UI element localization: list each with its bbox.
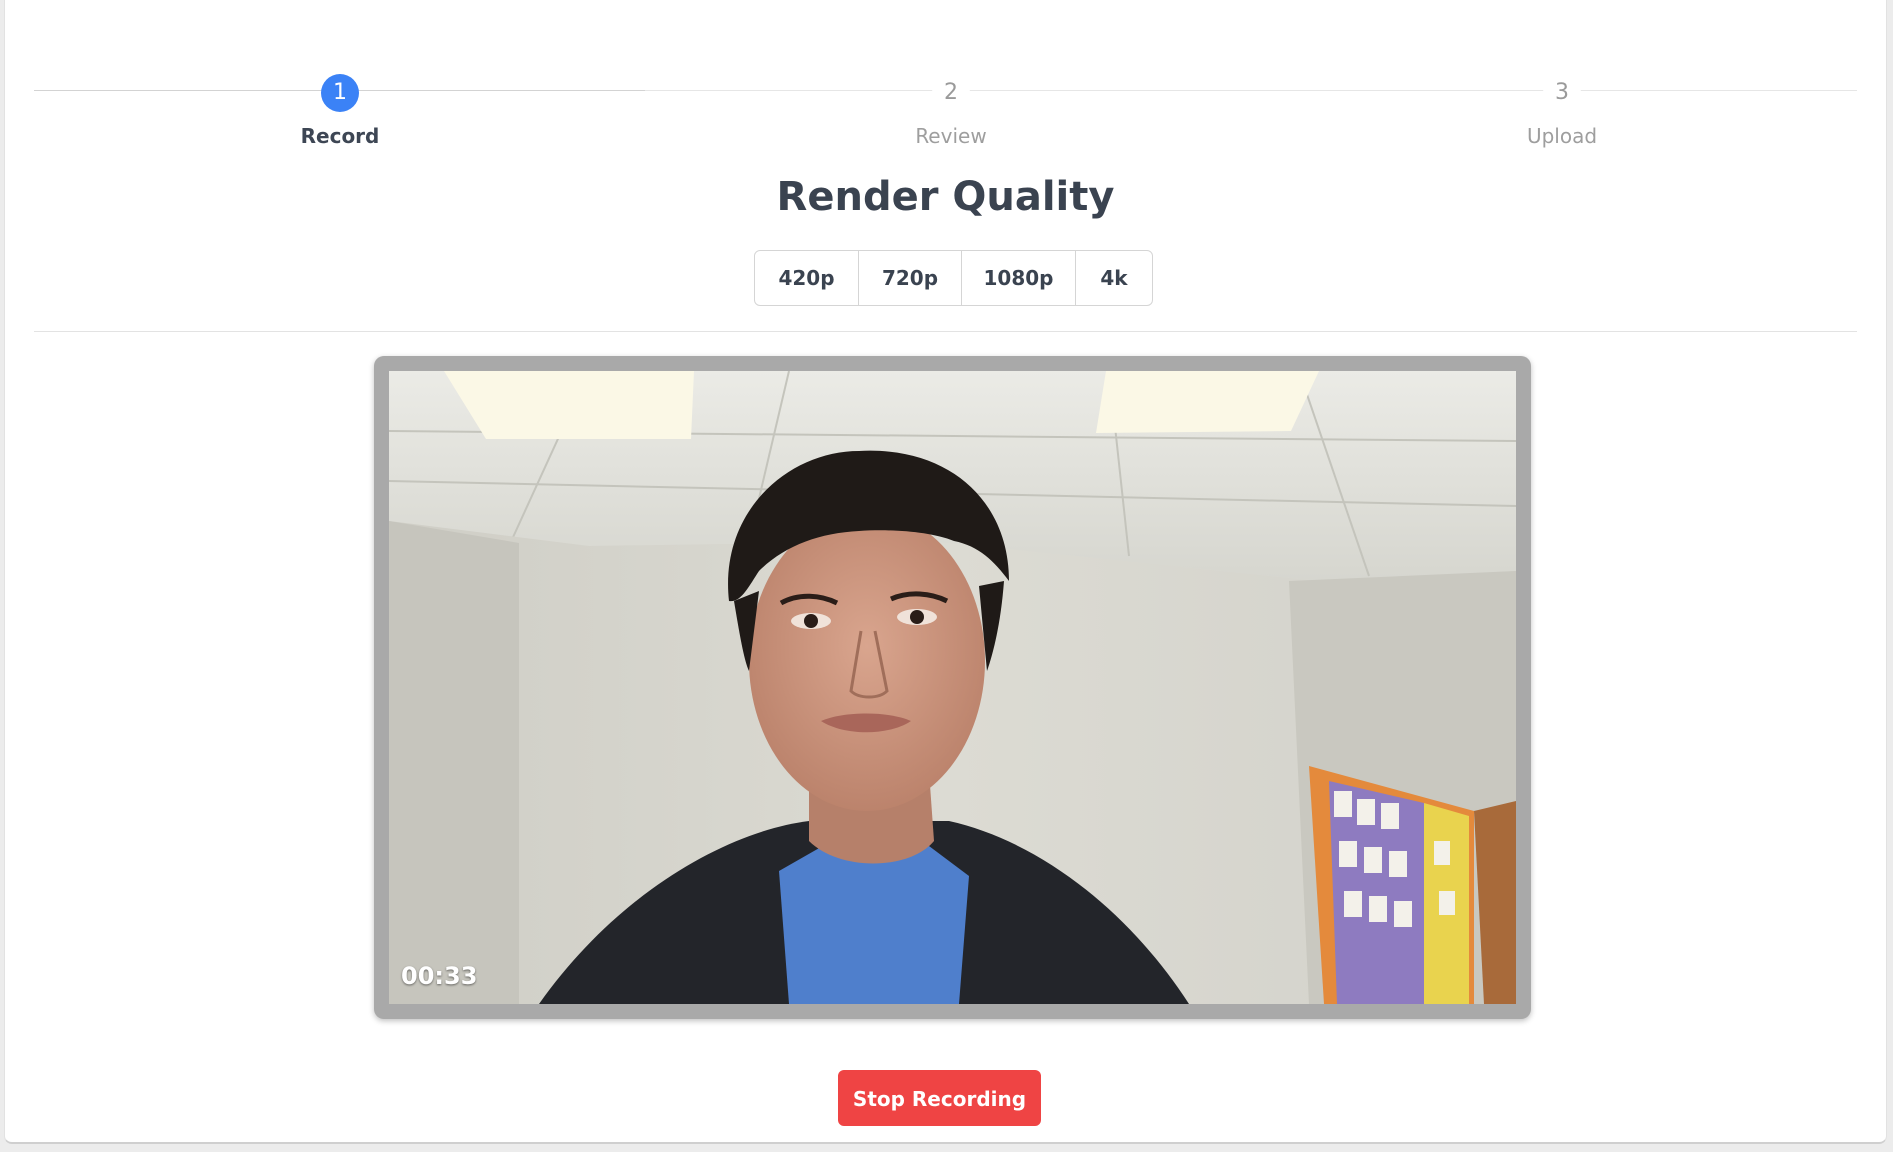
step-record-label: Record <box>300 124 380 148</box>
recording-timer: 00:33 <box>401 962 478 990</box>
camera-preview: 00:33 <box>389 371 1516 1004</box>
section-divider <box>34 331 1857 332</box>
step-review-label: Review <box>915 124 987 148</box>
quality-option-420p[interactable]: 420p <box>755 251 859 305</box>
quality-selector: 420p 720p 1080p 4k <box>754 250 1153 306</box>
step-upload[interactable]: 3 Upload <box>1462 74 1662 148</box>
page-title: Render Quality <box>776 174 1115 220</box>
recorder-card: 1 Record 2 Review 3 Upload Render Qualit… <box>4 0 1887 1144</box>
stop-recording-button[interactable]: Stop Recording <box>838 1070 1041 1126</box>
camera-preview-image <box>389 371 1516 1004</box>
quality-option-4k[interactable]: 4k <box>1076 251 1152 305</box>
quality-option-1080p[interactable]: 1080p <box>962 251 1076 305</box>
step-record-number: 1 <box>321 74 359 112</box>
stepper: 1 Record 2 Review 3 Upload <box>34 0 1857 160</box>
step-review[interactable]: 2 Review <box>851 74 1051 148</box>
step-upload-number: 3 <box>1543 74 1581 112</box>
step-review-number: 2 <box>932 74 970 112</box>
step-upload-label: Upload <box>1526 124 1598 148</box>
step-record[interactable]: 1 Record <box>240 74 440 148</box>
quality-option-720p[interactable]: 720p <box>859 251 962 305</box>
video-frame: 00:33 <box>374 356 1531 1019</box>
